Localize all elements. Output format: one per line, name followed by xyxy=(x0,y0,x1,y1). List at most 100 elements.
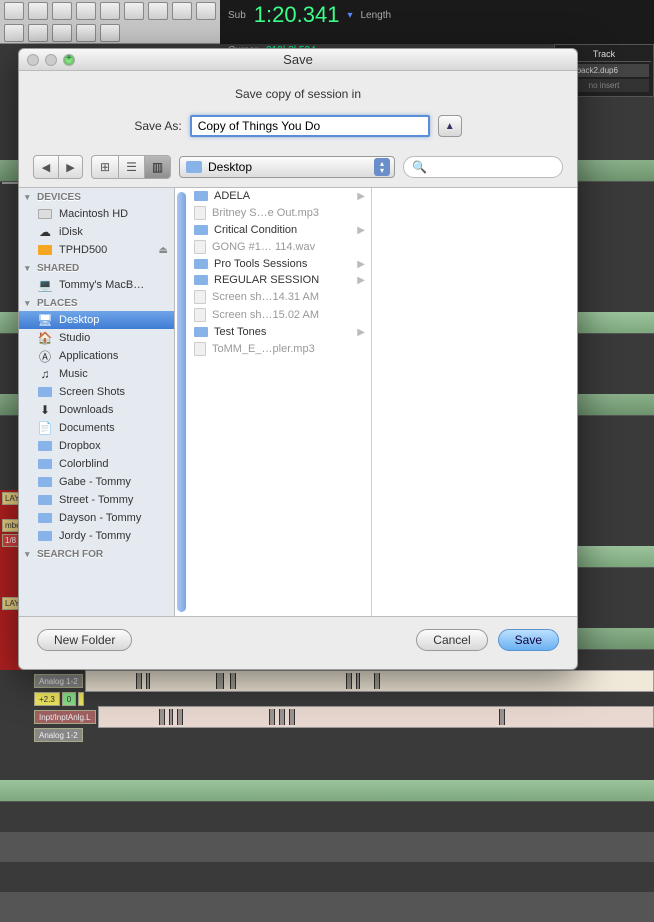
column-view-button[interactable]: ▥ xyxy=(144,156,170,178)
chevron-right-icon: ▶ xyxy=(357,191,365,202)
folder-row[interactable]: Critical Condition▶ xyxy=(188,222,371,238)
waveform[interactable] xyxy=(98,706,654,728)
zoom-button[interactable] xyxy=(63,54,75,66)
folder-row[interactable]: REGULAR SESSION▶ xyxy=(188,272,371,288)
sidebar-item[interactable]: Dayson - Tommy xyxy=(19,509,174,527)
file-name: Screen sh…15.02 AM xyxy=(212,309,319,321)
pc-icon: 💻 xyxy=(37,278,53,292)
sidebar-item[interactable]: ♫Music xyxy=(19,365,174,383)
chevron-right-icon: ▶ xyxy=(357,259,365,270)
file-icon xyxy=(194,290,206,304)
tool-button[interactable] xyxy=(100,24,120,42)
forward-button[interactable]: ▶ xyxy=(58,156,82,178)
sidebar-item-label: Documents xyxy=(59,422,115,434)
folder-icon xyxy=(37,511,53,525)
sidebar-item-label: Colorblind xyxy=(59,458,109,470)
new-folder-button[interactable]: New Folder xyxy=(37,629,132,651)
folder-row[interactable]: ADELA▶ xyxy=(188,188,371,204)
sidebar-section-header[interactable]: SHARED xyxy=(19,259,174,276)
search-field[interactable]: 🔍 xyxy=(403,156,563,178)
file-icon xyxy=(194,240,206,254)
sidebar-item[interactable]: 🏠Studio xyxy=(19,329,174,347)
icon-view-button[interactable]: ⊞ xyxy=(92,156,118,178)
file-name: REGULAR SESSION xyxy=(214,274,319,286)
io-label[interactable]: Inpt/InptAnlg.L xyxy=(34,710,96,724)
sidebar-item[interactable]: Dropbox xyxy=(19,437,174,455)
io-label[interactable]: Analog 1-2 xyxy=(34,674,83,688)
sidebar-section-header[interactable]: PLACES xyxy=(19,294,174,311)
titlebar: Save xyxy=(19,49,577,71)
minimize-button[interactable] xyxy=(45,54,57,66)
close-button[interactable] xyxy=(27,54,39,66)
file-row[interactable]: Britney S…e Out.mp3 xyxy=(188,204,371,222)
sidebar-item[interactable]: Street - Tommy xyxy=(19,491,174,509)
sidebar-item[interactable]: ⬇Downloads xyxy=(19,401,174,419)
tool-button[interactable] xyxy=(76,2,96,20)
save-dialog: Save Save copy of session in Save As: ▲ … xyxy=(18,48,578,670)
zero-label[interactable]: 0 xyxy=(62,692,76,706)
dialog-title: Save xyxy=(283,52,313,67)
tool-button[interactable] xyxy=(4,24,24,42)
sidebar-item-label: TPHD500 xyxy=(59,244,107,256)
tool-button[interactable] xyxy=(100,2,120,20)
file-row[interactable]: ToMM_E_…pler.mp3 xyxy=(188,340,371,358)
bottom-tracks: Analog 1-2 +2.3 0 Inpt/InptAnlg.L Analog… xyxy=(34,670,654,750)
tool-button[interactable] xyxy=(172,2,192,20)
sidebar: DEVICESMacintosh HD☁iDiskTPHD500⏏SHARED💻… xyxy=(19,188,175,616)
save-as-label: Save As: xyxy=(134,119,181,133)
scrollbar[interactable] xyxy=(177,192,186,612)
tool-button[interactable] xyxy=(52,24,72,42)
tool-button[interactable] xyxy=(148,2,168,20)
docs-icon: 📄 xyxy=(37,421,53,435)
eject-icon[interactable]: ⏏ xyxy=(159,245,168,256)
sidebar-item[interactable]: TPHD500 ⏏ xyxy=(19,241,174,259)
file-name: Pro Tools Sessions xyxy=(214,258,307,270)
tool-button[interactable] xyxy=(28,24,48,42)
sidebar-item[interactable]: 💻Tommy's MacB… xyxy=(19,276,174,294)
location-popup[interactable]: Desktop ▴▾ xyxy=(179,156,395,178)
waveform[interactable] xyxy=(85,670,654,692)
search-input[interactable] xyxy=(431,161,554,173)
file-icon xyxy=(194,308,206,322)
file-name: GONG #1… 114.wav xyxy=(212,241,315,253)
sidebar-section-header[interactable]: DEVICES xyxy=(19,188,174,205)
list-view-button[interactable]: ☰ xyxy=(118,156,144,178)
tool-button[interactable] xyxy=(4,2,24,20)
file-browser: DEVICESMacintosh HD☁iDiskTPHD500⏏SHARED💻… xyxy=(19,187,577,617)
sidebar-item[interactable]: Jordy - Tommy xyxy=(19,527,174,545)
file-row[interactable]: Screen sh…14.31 AM xyxy=(188,288,371,306)
sidebar-item[interactable]: Gabe - Tommy xyxy=(19,473,174,491)
sidebar-item[interactable]: Screen Shots xyxy=(19,383,174,401)
sidebar-item[interactable]: ⒶApplications xyxy=(19,347,174,365)
file-icon xyxy=(194,342,206,356)
sidebar-item[interactable]: Colorblind xyxy=(19,455,174,473)
file-row[interactable]: GONG #1… 114.wav xyxy=(188,238,371,256)
filename-input[interactable] xyxy=(190,115,430,137)
sidebar-item[interactable]: ☁iDisk xyxy=(19,223,174,241)
folder-icon xyxy=(37,475,53,489)
preview-column xyxy=(372,188,577,616)
sidebar-item[interactable]: Macintosh HD xyxy=(19,205,174,223)
idisk-icon: ☁ xyxy=(37,225,53,239)
desktop-icon: 🖥 xyxy=(37,313,53,327)
sidebar-section-header[interactable]: SEARCH FOR xyxy=(19,545,174,562)
tool-button[interactable] xyxy=(52,2,72,20)
collapse-button[interactable]: ▲ xyxy=(438,115,462,137)
cancel-button[interactable]: Cancel xyxy=(416,629,487,651)
tool-button[interactable] xyxy=(76,24,96,42)
io-label[interactable]: Analog 1-2 xyxy=(34,728,83,742)
folder-row[interactable]: Pro Tools Sessions ▶ xyxy=(188,256,371,272)
sidebar-item[interactable]: 📄 Documents xyxy=(19,419,174,437)
save-button[interactable]: Save xyxy=(498,629,559,651)
sidebar-item[interactable]: 🖥 Desktop xyxy=(19,311,174,329)
file-row[interactable]: Screen sh…15.02 AM xyxy=(188,306,371,324)
folder-icon xyxy=(194,191,208,201)
folder-row[interactable]: Test Tones▶ xyxy=(188,324,371,340)
tool-button[interactable] xyxy=(196,2,216,20)
sidebar-item-label: Desktop xyxy=(59,314,99,326)
back-button[interactable]: ◀ xyxy=(34,156,58,178)
sidebar-item-label: Studio xyxy=(59,332,90,344)
vol-label[interactable]: +2.3 xyxy=(34,692,60,706)
tool-button[interactable] xyxy=(124,2,144,20)
tool-button[interactable] xyxy=(28,2,48,20)
